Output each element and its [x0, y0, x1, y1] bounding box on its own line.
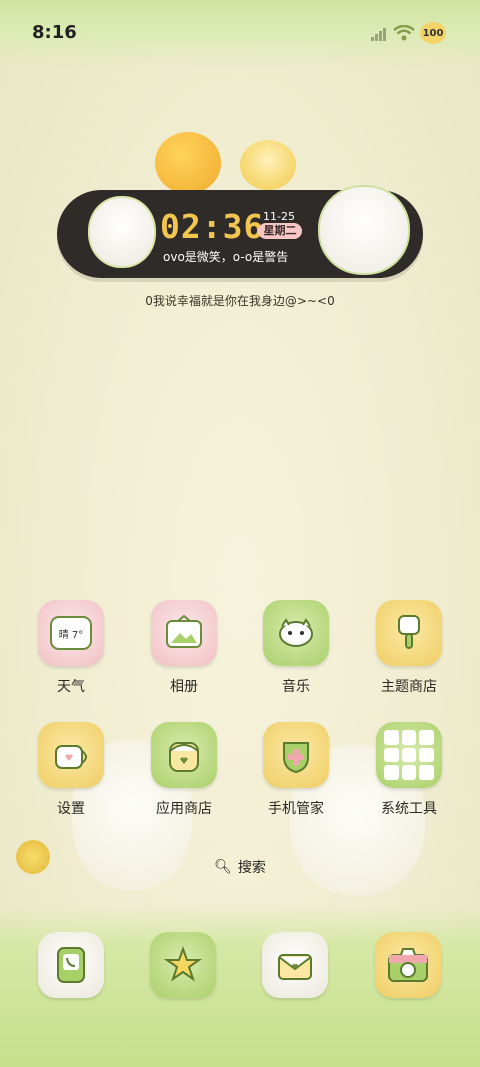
folder-preview-grid [384, 730, 434, 780]
app-gallery[interactable]: 相册 [134, 600, 234, 696]
signal-icon [371, 28, 386, 41]
orange-fruit-decoration [155, 132, 221, 194]
star-icon[interactable] [150, 932, 216, 998]
app-label: 音乐 [282, 679, 310, 695]
app-label: 设置 [57, 801, 85, 817]
weather-badge: 晴 7° [50, 616, 92, 650]
widget-caption: 0我说幸福就是你在我身边@>~<0 [145, 294, 335, 308]
status-time: 8:16 [32, 22, 77, 43]
search-button[interactable]: 🔍︎ 搜索 [203, 852, 277, 882]
clock-weekday-badge: 星期二 [258, 223, 302, 239]
settings-icon[interactable] [38, 722, 104, 788]
app-label: 主题商店 [381, 679, 437, 695]
phone-icon[interactable] [38, 932, 104, 998]
app-label: 手机管家 [268, 801, 324, 817]
status-bar: 8:16 100 [0, 0, 480, 70]
app-label: 天气 [57, 679, 85, 695]
clock-date: 11-25 [263, 210, 295, 223]
cat-plush-left-icon [88, 196, 156, 268]
wifi-icon [393, 25, 415, 41]
app-system-tools-folder[interactable]: 系统工具 [359, 722, 459, 818]
camera-icon[interactable] [375, 932, 441, 998]
system-tools-folder-icon[interactable] [376, 722, 442, 788]
battery-icon: 100 [420, 22, 446, 44]
theme-store-icon[interactable] [376, 600, 442, 666]
music-icon[interactable] [263, 600, 329, 666]
phone-manager-icon[interactable] [263, 722, 329, 788]
app-store-icon[interactable] [151, 722, 217, 788]
search-label: 搜索 [237, 860, 266, 876]
clock-time: 02:36 [160, 207, 265, 246]
clock-motto: ovo是微笑，o-o是警告 [163, 250, 289, 264]
lemon-cat-decoration [240, 140, 296, 190]
app-weather[interactable]: 晴 7° 天气 [21, 600, 121, 696]
app-label: 应用商店 [156, 801, 212, 817]
app-phone-manager[interactable]: 手机管家 [246, 722, 346, 818]
app-music[interactable]: 音乐 [246, 600, 346, 696]
app-label: 相册 [170, 679, 198, 695]
cat-plush-right-icon [318, 185, 410, 275]
search-icon: 🔍︎ [214, 859, 232, 875]
weather-icon[interactable]: 晴 7° [38, 600, 104, 666]
app-settings[interactable]: 设置 [21, 722, 121, 818]
mail-icon[interactable] [262, 932, 328, 998]
app-theme-store[interactable]: 主题商店 [359, 600, 459, 696]
gallery-icon[interactable] [151, 600, 217, 666]
app-label: 系统工具 [381, 801, 437, 817]
app-app-store[interactable]: 应用商店 [134, 722, 234, 818]
lemon-decoration [16, 840, 50, 874]
